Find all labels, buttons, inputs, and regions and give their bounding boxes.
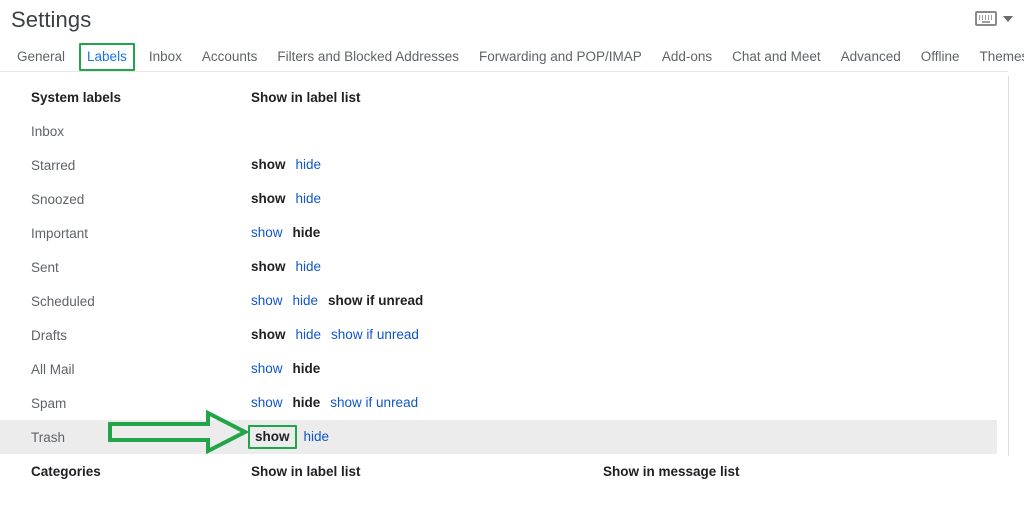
labels-settings-content: System labels Show in label list Inbox St… (0, 71, 1024, 488)
tab-add-ons[interactable]: Add-ons (656, 45, 718, 69)
label-name: All Mail (31, 361, 75, 377)
tab-general[interactable]: General (11, 45, 71, 69)
link-show: show (251, 191, 286, 206)
link-show-if-unread[interactable]: show if unread (330, 394, 418, 412)
label-visibility-links: show hide (248, 425, 330, 449)
link-show-if-unread: show if unread (328, 293, 424, 308)
label-name: Sent (31, 259, 59, 275)
tab-offline[interactable]: Offline (915, 45, 966, 69)
link-show: show (251, 157, 286, 172)
settings-tabbar: General Labels Inbox Accounts Filters and Bl… (0, 43, 1024, 72)
link-show[interactable]: show (251, 292, 283, 310)
link-show[interactable]: show (251, 360, 283, 378)
tab-themes[interactable]: Themes (974, 45, 1024, 69)
link-show-if-unread[interactable]: show if unread (331, 326, 419, 344)
header-actions (975, 11, 1013, 26)
link-show: show (248, 425, 297, 449)
link-hide[interactable]: hide (296, 326, 322, 344)
link-hide: hide (292, 225, 321, 240)
link-hide[interactable]: hide (296, 156, 322, 174)
label-name: Important (31, 225, 89, 241)
label-visibility-links: show hide show if unread (251, 326, 419, 344)
label-visibility-links: show hide show if unread (251, 394, 418, 412)
tab-labels[interactable]: Labels (79, 43, 135, 71)
system-labels-rows: Inbox Starred show hide Snoozed show hide Impor… (0, 114, 1024, 454)
system-labels-header-row: System labels Show in label list (0, 80, 1024, 114)
label-name: Drafts (31, 327, 68, 343)
label-row: All Mail show hide (0, 352, 1024, 386)
link-hide[interactable]: hide (296, 190, 322, 208)
tab-forwarding-and-pop-imap[interactable]: Forwarding and POP/IMAP (473, 45, 648, 69)
vertical-scroll-rule (1008, 76, 1009, 456)
link-show[interactable]: show (251, 224, 283, 242)
label-row: Scheduled show hide show if unread (0, 284, 1024, 318)
page-title: Settings (11, 7, 92, 32)
label-visibility-links: show hide (251, 190, 321, 208)
link-show[interactable]: show (251, 394, 283, 412)
label-name: Inbox (31, 123, 65, 139)
label-visibility-links: show hide show if unread (251, 292, 423, 310)
label-row: Starred show hide (0, 148, 1024, 182)
link-show: show (251, 327, 286, 342)
link-hide[interactable]: hide (304, 428, 330, 446)
label-row: Spam show hide show if unread (0, 386, 1024, 420)
label-row: Snoozed show hide (0, 182, 1024, 216)
label-visibility-links: show hide (251, 156, 321, 174)
categories-header: Categories (31, 463, 101, 479)
label-name: Starred (31, 157, 76, 173)
label-name: Snoozed (31, 191, 85, 207)
system-labels-header: System labels (31, 89, 122, 105)
tab-filters-and-blocked-addresses[interactable]: Filters and Blocked Addresses (271, 45, 465, 69)
label-row: Inbox (0, 114, 1024, 148)
label-visibility-links: show hide (251, 360, 320, 378)
label-row: Sent show hide (0, 250, 1024, 284)
label-name: Scheduled (31, 293, 95, 309)
label-row: Trash show hide (0, 420, 997, 454)
link-hide[interactable]: hide (296, 258, 322, 276)
link-hide[interactable]: hide (293, 292, 319, 310)
label-visibility-links: show hide (251, 258, 321, 276)
show-in-label-list-header: Show in label list (251, 89, 361, 105)
tab-inbox[interactable]: Inbox (143, 45, 188, 69)
tab-advanced[interactable]: Advanced (835, 45, 907, 69)
settings-header: Settings (0, 0, 1024, 43)
label-name: Spam (31, 395, 67, 411)
categories-header-row: Categories Show in label list Show in me… (0, 454, 1024, 488)
link-show: show (251, 259, 286, 274)
keyboard-icon[interactable] (975, 11, 997, 26)
link-hide: hide (292, 361, 321, 376)
tab-accounts[interactable]: Accounts (196, 45, 264, 69)
categories-show-in-label-list-header: Show in label list (251, 463, 361, 479)
label-row: Important show hide (0, 216, 1024, 250)
categories-show-in-message-list-header: Show in message list (603, 463, 740, 479)
label-row: Drafts show hide show if unread (0, 318, 1024, 352)
label-name: Trash (31, 429, 66, 445)
chevron-down-icon[interactable] (1003, 15, 1013, 22)
link-hide: hide (292, 395, 321, 410)
label-visibility-links: show hide (251, 224, 320, 242)
tab-chat-and-meet[interactable]: Chat and Meet (726, 45, 827, 69)
